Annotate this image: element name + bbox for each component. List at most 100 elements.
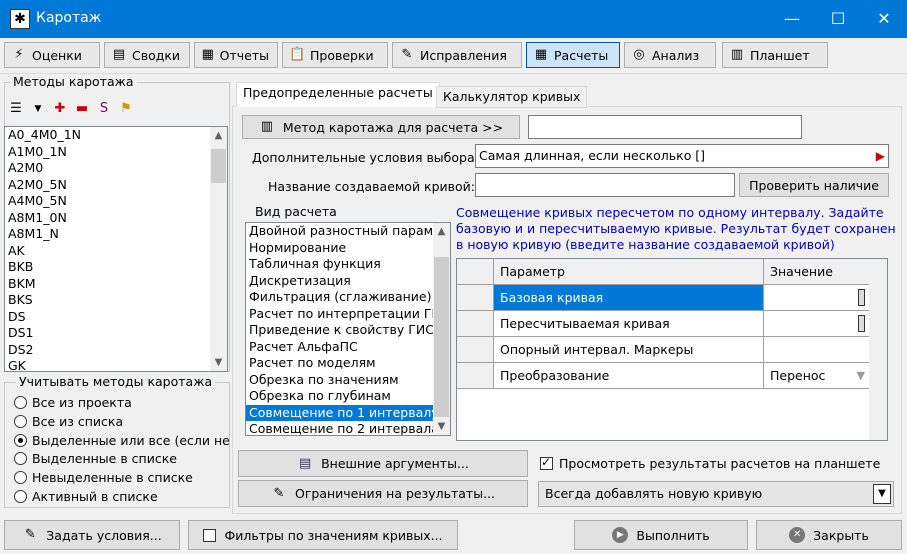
list-item[interactable]: A2M0: [5, 160, 227, 177]
row-handle[interactable]: [457, 311, 494, 336]
radio-option[interactable]: Все из проекта: [14, 395, 132, 410]
list-item[interactable]: BKB: [5, 259, 227, 276]
radio-option[interactable]: Выделенные или все (если не: [14, 433, 230, 448]
external-args-button[interactable]: ▤ Внешние аргументы...: [238, 450, 528, 477]
tab-raschety[interactable]: ▦ Расчеты: [526, 42, 620, 68]
row-handle[interactable]: [457, 337, 494, 362]
minimize-button[interactable]: —: [769, 0, 815, 38]
table-row[interactable]: Базовая кривая: [457, 285, 870, 311]
radio-icon[interactable]: [14, 452, 27, 466]
tab-svodki[interactable]: ▤ Сводки: [104, 42, 190, 68]
grid-cell-value[interactable]: [764, 311, 870, 336]
calc-item[interactable]: Совмещение по 2 интервалам: [246, 421, 450, 435]
calc-item[interactable]: Совмещение по 1 интервалу: [246, 404, 450, 421]
checkbox-checked-icon[interactable]: [540, 455, 553, 470]
grid-scrollbar[interactable]: [869, 259, 887, 440]
calc-item[interactable]: Дискретизация: [246, 273, 450, 290]
list-item[interactable]: A8M1_N: [5, 226, 227, 243]
list-item[interactable]: A4M0_5N: [5, 193, 227, 210]
close-window-button[interactable]: ✕: [861, 0, 907, 38]
curve-name-field[interactable]: [475, 173, 735, 197]
radio-option[interactable]: Активный в списке: [14, 489, 158, 504]
tab-ispravleniya[interactable]: ✎ Исправления: [392, 42, 522, 68]
tab-ocenki[interactable]: ⚡ Оценки: [4, 42, 100, 68]
grid-cell-value[interactable]: [764, 337, 870, 362]
tab-analiz[interactable]: ◎ Анализ: [624, 42, 716, 68]
grid-cell-value[interactable]: Перенос ▼: [764, 363, 870, 388]
dropdown-icon[interactable]: ▼: [857, 363, 865, 388]
calc-item[interactable]: Расчет АльфаПС: [246, 339, 450, 356]
calc-item[interactable]: Двойной разностный парамет: [246, 223, 450, 240]
picker-icon[interactable]: [858, 289, 865, 306]
grid-cell-value[interactable]: [764, 285, 870, 310]
dropdown-arrow-icon[interactable]: ▼: [30, 101, 46, 117]
method-for-calc-button[interactable]: ▥ Метод каротажа для расчета >>: [242, 115, 520, 139]
tab-otchety[interactable]: ▦ Отчеты: [194, 42, 278, 68]
calc-item[interactable]: Обрезка по глубинам: [246, 388, 450, 405]
run-button[interactable]: ▶ Выполнить: [574, 520, 748, 550]
calc-scroll-up-icon[interactable]: ▲: [433, 223, 450, 240]
add-mode-select[interactable]: Всегда добавлять новую кривую ▼: [538, 481, 894, 507]
methods-scrollbar[interactable]: ▲ ▼: [210, 127, 227, 371]
set-conditions-button[interactable]: ✎ Задать условия...: [4, 520, 180, 550]
grid-cell-param[interactable]: Базовая кривая: [494, 285, 764, 310]
row-handle[interactable]: [457, 285, 494, 310]
scroll-thumb[interactable]: [211, 149, 226, 183]
table-row[interactable]: Пересчитываемая кривая: [457, 311, 870, 337]
table-row[interactable]: Преобразование Перенос ▼: [457, 363, 870, 389]
list-item[interactable]: DS1: [5, 325, 227, 342]
tab-calculator[interactable]: Калькулятор кривых: [436, 86, 588, 108]
grid-cell-param[interactable]: Пересчитываемая кривая: [494, 311, 764, 336]
check-exists-button[interactable]: Проверить наличие: [739, 173, 889, 197]
limits-button[interactable]: ✎ Ограничения на результаты...: [238, 480, 528, 507]
list-item[interactable]: GK: [5, 358, 227, 371]
edit-list-icon[interactable]: ▶: [876, 145, 885, 167]
list-item[interactable]: AK: [5, 243, 227, 260]
row-handle[interactable]: [457, 363, 494, 388]
scroll-up-icon[interactable]: ▲: [210, 127, 227, 144]
calc-item[interactable]: Обрезка по значениям: [246, 372, 450, 389]
filter-icon[interactable]: ⚑: [118, 101, 134, 117]
list-menu-icon[interactable]: ☰: [8, 101, 24, 117]
grid-cell-param[interactable]: Опорный интервал. Маркеры: [494, 337, 764, 362]
view-results-checkbox[interactable]: Просмотреть результаты расчетов на планш…: [540, 455, 880, 471]
filters-button[interactable]: Фильтры по значениям кривых...: [188, 520, 458, 550]
chevron-down-icon[interactable]: ▼: [873, 484, 891, 504]
grid-cell-param[interactable]: Преобразование: [494, 363, 764, 388]
extra-conditions-field[interactable]: Самая длинная, если несколько [] ▶: [475, 144, 889, 168]
add-icon[interactable]: ✚: [52, 101, 68, 117]
list-item[interactable]: DS2: [5, 342, 227, 359]
radio-option[interactable]: Все из списка: [14, 414, 123, 429]
calc-item[interactable]: Расчет по моделям: [246, 355, 450, 372]
close-button[interactable]: ✕ Закрыть: [756, 520, 902, 550]
methods-list[interactable]: A0_4M0_1N A1M0_1N A2M0 A2M0_5N A4M0_5N A8M1_0…: [4, 126, 228, 372]
radio-icon[interactable]: [14, 414, 27, 428]
list-item[interactable]: A1M0_1N: [5, 144, 227, 161]
list-item[interactable]: BKS: [5, 292, 227, 309]
tab-planshet[interactable]: ▥ Планшет: [722, 42, 828, 68]
radio-option[interactable]: Невыделенные в списке: [14, 470, 193, 485]
radio-icon[interactable]: [14, 433, 27, 447]
tab-proverki[interactable]: 📋 Проверки: [282, 42, 388, 68]
list-item[interactable]: BKM: [5, 276, 227, 293]
calc-item[interactable]: Фильтрация (сглаживание): [246, 289, 450, 306]
calc-item[interactable]: Расчет по интерпретации ГИС: [246, 306, 450, 323]
radio-icon[interactable]: [14, 471, 27, 485]
select-icon[interactable]: S: [96, 101, 112, 117]
tab-predefined[interactable]: Предопределенные расчеты: [236, 82, 440, 107]
calc-item[interactable]: Нормирование: [246, 240, 450, 257]
calc-item[interactable]: Приведение к свойству ГИС: [246, 322, 450, 339]
table-row[interactable]: Опорный интервал. Маркеры: [457, 337, 870, 363]
remove-icon[interactable]: ▬: [74, 101, 90, 117]
picker-icon[interactable]: [858, 315, 865, 332]
maximize-button[interactable]: ☐: [815, 0, 861, 38]
method-value-field[interactable]: [528, 115, 802, 139]
calc-item[interactable]: Табличная функция: [246, 256, 450, 273]
radio-option[interactable]: Выделенные в списке: [14, 451, 177, 466]
list-item[interactable]: A2M0_5N: [5, 177, 227, 194]
list-item[interactable]: A8M1_0N: [5, 210, 227, 227]
scroll-down-icon[interactable]: ▼: [210, 354, 227, 371]
calc-scrollbar[interactable]: ▲ ▼: [433, 223, 450, 435]
radio-icon[interactable]: [14, 490, 27, 503]
list-item[interactable]: A0_4M0_1N: [5, 127, 227, 144]
